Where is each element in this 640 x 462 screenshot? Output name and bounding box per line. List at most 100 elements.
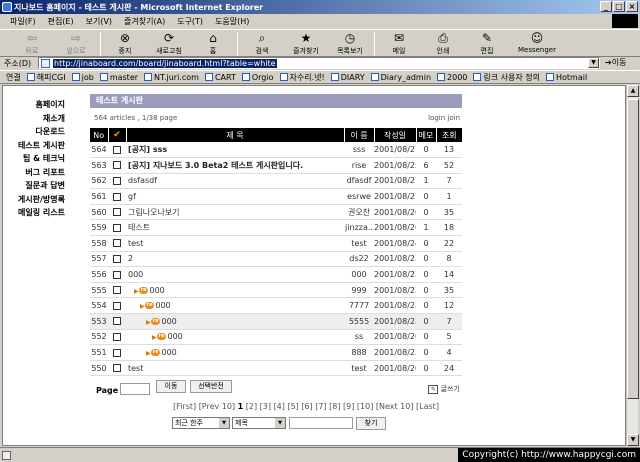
maximize-button[interactable]: □ [613, 1, 625, 12]
sidebar-item[interactable]: 다운로드 [3, 125, 67, 139]
toolbar-button[interactable]: ✎ 편집 [465, 30, 509, 56]
row-select[interactable] [108, 204, 126, 221]
row-select[interactable] [108, 142, 126, 159]
scroll-down-icon[interactable]: ▼ [627, 434, 639, 446]
row-author[interactable]: rise [344, 157, 374, 174]
search-button[interactable]: 찾기 [356, 417, 386, 431]
row-checkbox[interactable] [113, 286, 121, 295]
row-checkbox[interactable] [113, 223, 121, 232]
row-subject[interactable]: ▶ re 000 [126, 297, 344, 315]
chevron-down-icon[interactable]: ▼ [219, 418, 229, 429]
pager-page[interactable]: [10] [357, 402, 373, 411]
page-number-input[interactable] [120, 383, 150, 396]
search-scope-select[interactable]: 최근 한주 ▼ [172, 417, 230, 430]
menu-item[interactable]: 편집(E) [48, 16, 74, 27]
row-checkbox[interactable] [113, 270, 121, 279]
link-item[interactable]: Diary_admin [370, 73, 431, 82]
address-url[interactable]: http://jinaboard.com/board/jinaboard.htm… [53, 58, 277, 68]
login-link[interactable]: login [428, 114, 445, 122]
row-author[interactable]: esrwe [344, 188, 374, 205]
menu-item[interactable]: 보기(V) [86, 16, 112, 27]
toolbar-button[interactable]: ☺ Messenger [509, 30, 565, 55]
link-item[interactable]: NT.juri.com [144, 73, 199, 82]
link-item[interactable]: Orgio [241, 73, 274, 82]
row-author[interactable]: ds22 [344, 251, 374, 268]
link-item[interactable]: 해피CGI [26, 72, 66, 83]
row-select[interactable] [108, 157, 126, 174]
row-checkbox[interactable] [113, 364, 121, 373]
row-subject[interactable]: dsfasdf [126, 173, 344, 190]
row-select[interactable] [108, 219, 126, 237]
row-subject[interactable]: ▶ re 000 [126, 329, 344, 346]
subject-link[interactable]: 000 [149, 286, 164, 295]
row-checkbox[interactable] [113, 301, 121, 310]
pager-page[interactable]: 1 [238, 402, 244, 411]
row-subject[interactable]: ▶ re 000 [126, 282, 344, 299]
row-author[interactable]: 888 [344, 344, 374, 361]
row-subject[interactable]: [공지] 지나보드 3.0 Beta2 테스트 게시판입니다. [126, 157, 344, 174]
row-select[interactable] [108, 297, 126, 315]
row-subject[interactable]: gf [126, 188, 344, 205]
row-author[interactable]: 권오찬 [344, 204, 374, 221]
toolbar-button[interactable]: ★ 즐겨찾기 [284, 30, 328, 56]
toolbar-button[interactable]: ⇨ 앞으로 [54, 30, 98, 56]
row-subject[interactable]: 테스트 [126, 219, 344, 237]
link-item[interactable]: 자수리.넷! [279, 72, 325, 83]
row-subject[interactable]: test [126, 360, 344, 377]
search-input[interactable] [289, 417, 353, 430]
row-checkbox[interactable] [113, 208, 121, 217]
column-select[interactable]: ✔ [107, 128, 126, 142]
menu-item[interactable]: 도움말(H) [215, 16, 249, 27]
row-select[interactable] [108, 235, 126, 252]
subject-link[interactable]: test [128, 239, 143, 248]
row-author[interactable]: 999 [344, 282, 374, 299]
search-field-select[interactable]: 제목 ▼ [232, 417, 286, 430]
sidebar-item[interactable]: 재소개 [3, 112, 67, 126]
row-checkbox[interactable] [113, 145, 121, 154]
row-subject[interactable]: 그림나오나보기 [126, 204, 344, 221]
go-button[interactable]: ➔이동 [605, 57, 626, 68]
sidebar-item[interactable]: 팁 & 테크닉 [3, 152, 67, 166]
toolbar-button[interactable]: ⌂ 홈 [191, 30, 235, 56]
sidebar-item[interactable]: 게시판/방명록 [3, 193, 67, 207]
join-link[interactable]: join [447, 114, 460, 122]
chevron-down-icon[interactable]: ▼ [588, 58, 599, 68]
subject-link[interactable]: 000 [161, 317, 176, 326]
sidebar-item[interactable]: 테스트 게시판 [3, 139, 67, 153]
subject-link[interactable]: gf [128, 192, 136, 201]
subject-link[interactable]: 테스트 [128, 223, 150, 232]
subject-link[interactable]: 그림나오나보기 [128, 208, 180, 217]
row-author[interactable]: 5555 [344, 313, 374, 330]
row-select[interactable] [108, 360, 126, 377]
link-item[interactable]: 2000 [437, 73, 467, 82]
subject-link[interactable]: dsfasdf [128, 176, 157, 185]
toolbar-button[interactable]: ⟳ 새로고침 [147, 30, 191, 56]
row-checkbox[interactable] [113, 254, 121, 263]
page-go-button[interactable]: 이동 [156, 380, 186, 394]
row-checkbox[interactable] [113, 317, 121, 326]
subject-link[interactable]: 000 [167, 332, 182, 341]
link-item[interactable]: 링크 사용자 정의 [473, 72, 540, 83]
subject-link[interactable]: 2 [128, 254, 133, 263]
pager-page[interactable]: [2] [246, 402, 257, 411]
row-select[interactable] [108, 344, 126, 361]
invert-selection-button[interactable]: 선택반전 [190, 380, 232, 394]
close-button[interactable]: × [626, 1, 638, 12]
pager-page[interactable]: [9] [343, 402, 354, 411]
row-author[interactable]: jinzza.. [344, 219, 374, 237]
row-checkbox[interactable] [113, 176, 121, 185]
row-select[interactable] [108, 266, 126, 283]
menu-item[interactable]: 도구(T) [177, 16, 203, 27]
link-item[interactable]: master [99, 73, 138, 82]
row-author[interactable]: test [344, 360, 374, 377]
row-author[interactable]: ss [344, 329, 374, 346]
row-subject[interactable]: test [126, 235, 344, 252]
sidebar-item[interactable]: 홈페이지 [3, 98, 67, 112]
link-item[interactable]: DIARY [330, 73, 365, 82]
toolbar-button[interactable]: ⎙ 인쇄 [421, 30, 465, 56]
link-item[interactable]: job [71, 73, 94, 82]
row-checkbox[interactable] [113, 239, 121, 248]
scroll-thumb[interactable] [627, 99, 639, 399]
row-subject[interactable]: 2 [126, 251, 344, 268]
checkmark-icon[interactable]: ✔ [113, 130, 121, 140]
